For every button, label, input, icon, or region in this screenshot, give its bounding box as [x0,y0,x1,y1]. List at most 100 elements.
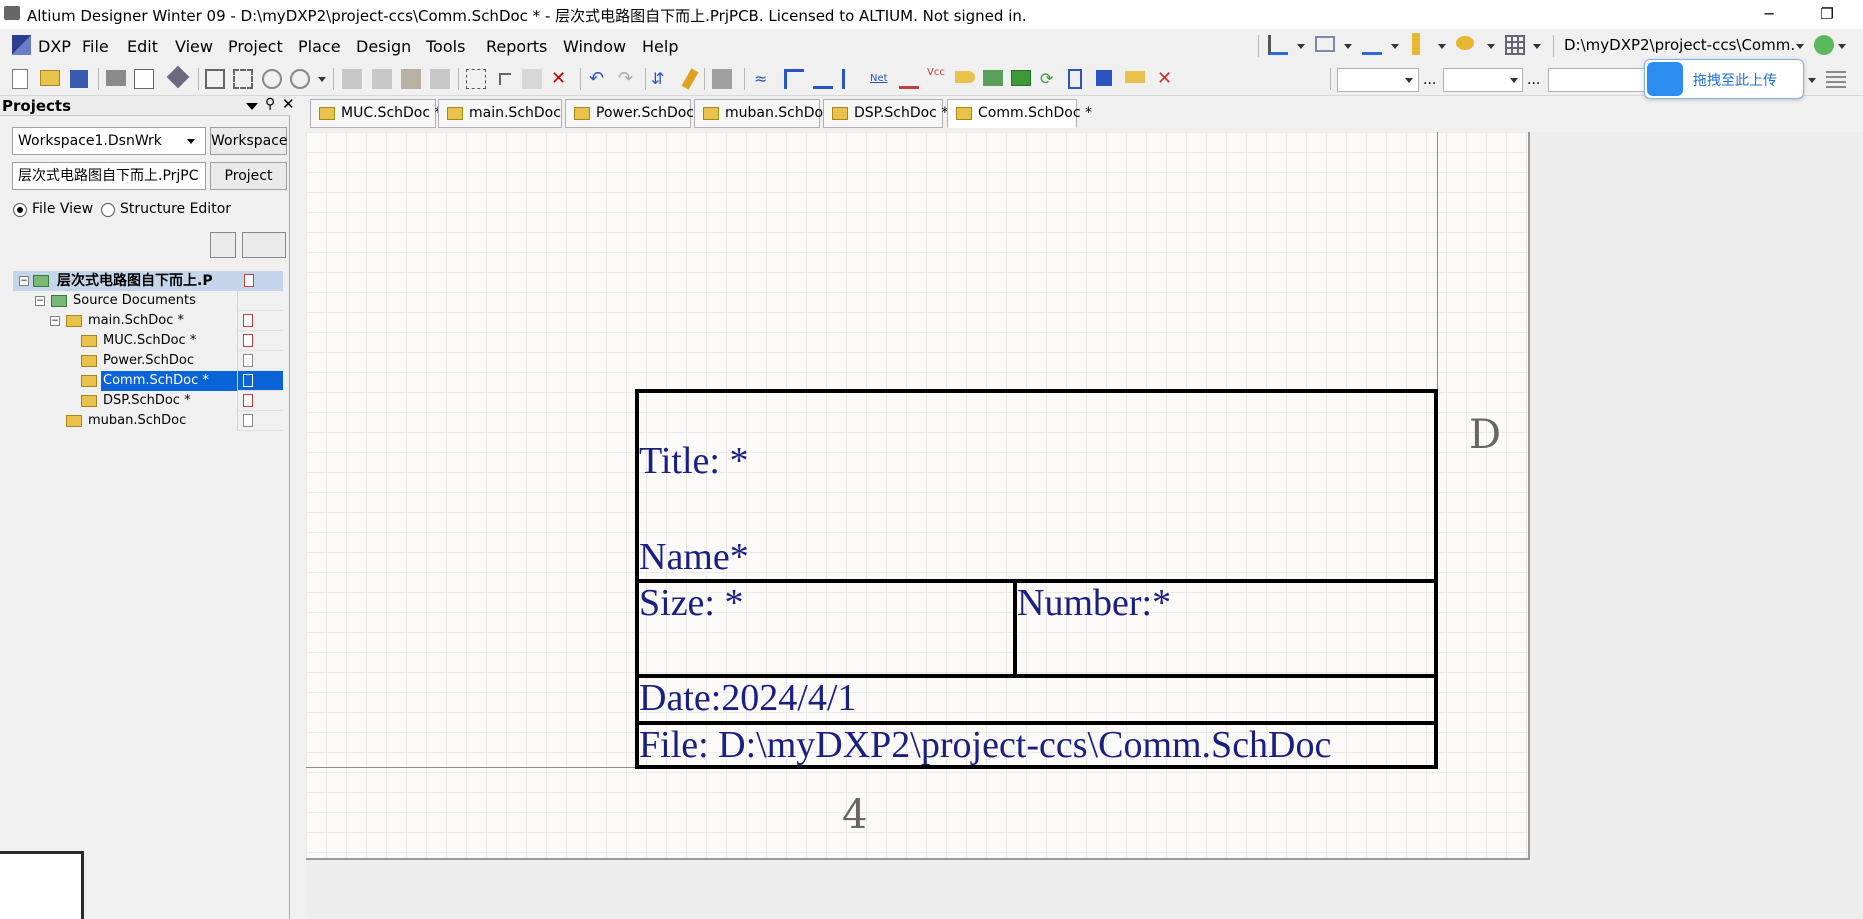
rubber-stamp-icon[interactable] [430,69,450,89]
move-icon[interactable] [499,73,511,85]
open-folder-icon[interactable] [40,70,60,86]
bus-tool-icon[interactable] [1315,36,1335,52]
vcc-port-icon[interactable]: Vcc [927,67,947,87]
chevron-down-icon[interactable] [1344,44,1352,49]
hierarchy-icon[interactable]: ⇵ [651,69,671,89]
chevron-down-icon[interactable] [1510,78,1518,83]
workspace-combo[interactable]: Workspace1.DsnWrk [12,127,206,155]
schematic-sheet[interactable]: D 4 Title: * Name* Size: * Number:* Date… [306,132,1530,860]
chevron-down-icon[interactable] [1297,44,1305,49]
no-erc-icon[interactable]: ✕ [1157,69,1177,89]
title-block[interactable]: Title: * Name* Size: * Number:* Date:202… [635,389,1438,769]
chevron-down-icon[interactable] [318,77,326,82]
place-wire-icon[interactable]: ≈ [754,69,774,89]
close-icon[interactable]: ✕ [282,95,295,113]
chevron-down-icon[interactable] [1796,44,1804,49]
workspace-button[interactable]: Workspace [210,127,288,155]
chevron-down-icon[interactable] [1438,44,1446,49]
menu-window[interactable]: Window [563,37,626,56]
zoom-area-icon[interactable] [233,69,253,89]
copy-icon[interactable] [372,69,392,89]
chevron-down-icon[interactable] [1487,44,1495,49]
menu-place[interactable]: Place [298,37,341,56]
net-label-icon[interactable]: Net [870,69,890,89]
menu-tools[interactable]: Tools [426,37,465,56]
collapse-icon[interactable]: − [35,296,45,306]
browse-component-icon[interactable] [712,69,732,89]
place-port-icon[interactable] [955,71,975,83]
baidu-upload-button[interactable]: 拖拽至此上传 [1644,59,1804,99]
menu-edit[interactable]: Edit [127,37,158,56]
fit-document-icon[interactable] [205,69,225,89]
sheet-entry-tool-icon[interactable]: ⟳ [1040,70,1060,90]
menu-view[interactable]: View [175,37,213,56]
compile-icon[interactable] [210,232,236,258]
paste-icon[interactable] [401,69,421,89]
structure-editor-radio[interactable] [101,203,115,217]
sheet-symbol-icon[interactable] [1011,70,1031,86]
chevron-down-icon[interactable] [1405,78,1413,83]
print-preview-icon[interactable] [134,69,154,89]
menu-reports[interactable]: Reports [486,37,547,56]
tree-root-row[interactable]: − 层次式电路图自下而上.P [13,271,283,291]
part-icon[interactable] [1412,33,1420,55]
place-bus-icon[interactable] [784,69,804,89]
gnd-port-icon[interactable] [899,69,919,89]
tab-comm-active[interactable]: Comm.SchDoc * [947,99,1092,128]
chevron-down-icon[interactable] [1838,44,1846,49]
layers-icon[interactable] [166,65,190,89]
tab-muc[interactable]: MUC.SchDoc * [310,99,442,128]
panel-menu-icon[interactable] [246,103,258,110]
select-icon[interactable] [522,69,542,89]
harness-entry-icon[interactable] [1096,70,1112,86]
undo-icon[interactable]: ↶ [589,69,609,89]
tree-item-power[interactable]: Power.SchDoc [13,351,283,371]
device-sheet-icon[interactable] [1068,69,1082,89]
filter-combo-3[interactable] [1548,68,1658,92]
pin-icon[interactable]: ⚲ [265,96,275,112]
path-combo[interactable]: D:\myDXP2\project-ccs\Comm. [1560,34,1808,58]
list-icon[interactable] [1826,71,1846,91]
ellipsis-button[interactable]: ... [1423,72,1436,88]
menu-design[interactable]: Design [356,37,411,56]
ellipsis-button[interactable]: ... [1527,72,1540,88]
redo-icon[interactable]: ↷ [618,69,638,89]
menu-project[interactable]: Project [228,37,283,56]
deselect-icon[interactable]: ✕ [551,69,571,89]
select-area-icon[interactable] [466,69,486,89]
collapse-icon[interactable]: − [50,316,60,326]
zoom-selected-icon[interactable] [262,69,282,89]
schematic-canvas[interactable]: D 4 Title: * Name* Size: * Number:* Date… [306,132,1863,919]
project-button[interactable]: Project [210,162,287,190]
restore-button[interactable]: ❐ [1812,2,1842,26]
place-part-icon[interactable] [983,70,1003,86]
project-combo[interactable]: 层次式电路图自下而上.PrjPC [12,162,206,190]
pencil-icon[interactable] [681,68,699,90]
cut-icon[interactable] [342,69,362,89]
new-document-icon[interactable] [12,69,28,89]
tab-power[interactable]: Power.SchDoc [565,99,694,128]
menu-help[interactable]: Help [642,37,678,56]
wire-tool-icon[interactable] [1268,35,1288,55]
tab-main[interactable]: main.SchDoc * [438,99,572,128]
tree-item-muban[interactable]: muban.SchDoc [13,411,283,431]
menu-dxp[interactable]: DXP [38,37,71,56]
tree-item-dsp[interactable]: DSP.SchDoc * [13,391,283,411]
chevron-down-icon[interactable] [1808,78,1816,83]
bus-entry-icon[interactable] [813,69,833,89]
file-view-radio[interactable] [13,203,27,217]
sheet-entry-icon[interactable] [1456,36,1474,50]
off-sheet-icon[interactable] [1125,71,1145,83]
save-icon[interactable] [70,70,88,88]
tab-muban[interactable]: muban.SchDoc [694,99,831,128]
place-harness-icon[interactable] [842,69,862,89]
zoom-filter-icon[interactable] [290,69,310,89]
chevron-down-icon[interactable] [187,139,195,144]
tree-item-muc[interactable]: MUC.SchDoc * [13,331,283,351]
minimize-button[interactable]: ─ [1754,2,1784,26]
tree-item-comm[interactable]: Comm.SchDoc * [13,371,283,391]
tree-item-main[interactable]: − main.SchDoc * [13,311,283,331]
menu-file[interactable]: File [82,37,109,56]
back-icon[interactable] [1814,35,1834,55]
chevron-down-icon[interactable] [1533,44,1541,49]
